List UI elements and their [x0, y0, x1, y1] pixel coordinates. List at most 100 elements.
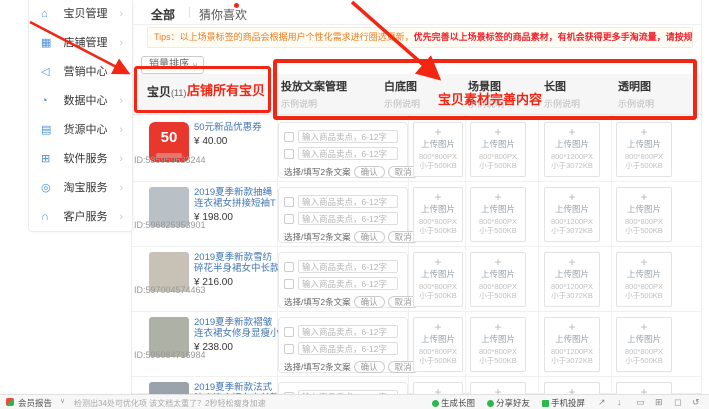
- copy-checkbox-1[interactable]: [284, 327, 294, 337]
- product-title-link[interactable]: 50元新品优惠券: [194, 122, 280, 133]
- copy-checkbox-2[interactable]: [284, 214, 294, 224]
- refresh-icon[interactable]: ↺: [692, 397, 700, 408]
- copy-checkbox-2[interactable]: [284, 279, 294, 289]
- upload-long-image[interactable]: + 上传图片 800*1200PX小于3072KB: [544, 252, 600, 307]
- product-info: 2019夏季新款褶皱连衣裙女修身显瘦小众网红 ¥ 238.00: [194, 317, 280, 353]
- grid-view-icon[interactable]: ⊞: [655, 397, 663, 408]
- upload-white-bg-image[interactable]: + 上传图片 800*800PX小于500KB: [413, 122, 463, 177]
- column-example-link[interactable]: 示例说明: [468, 97, 504, 110]
- confirm-button[interactable]: 确认: [354, 296, 385, 308]
- sidebar-item-2[interactable]: ▦ 店铺管理 ›: [29, 29, 132, 58]
- table-row: 2019夏季新款抽绳连衣裙女拼接短袖T恤中长款 ¥ 198.00 ID:5968…: [132, 183, 701, 248]
- status-bar: 会员报告 ∨ 检测出34处可优化项 该文档太重了？2秒轻松瘦身加速 生成长图 分…: [0, 394, 709, 409]
- column-label: 长图: [544, 78, 580, 94]
- tab-all[interactable]: 全部: [151, 6, 175, 23]
- member-report-button[interactable]: 会员报告: [18, 397, 52, 409]
- plus-icon: +: [617, 256, 671, 269]
- plus-icon: +: [617, 191, 671, 204]
- fullscreen-icon[interactable]: ◻: [674, 397, 681, 408]
- share-button[interactable]: 分享好友: [487, 397, 530, 409]
- product-title-link[interactable]: 2019夏季新款褶皱连衣裙女修身显瘦小众网红: [194, 317, 280, 339]
- product-title-link[interactable]: 2019夏季新款抽绳连衣裙女拼接短袖T恤中长款: [194, 187, 280, 209]
- sidebar-item-3[interactable]: ◁ 营销中心 ›: [29, 58, 132, 87]
- print-icon[interactable]: ▭: [636, 397, 645, 408]
- product-title-link[interactable]: 2019夏季新款法式波点连衣裙女中长款复古显瘦: [194, 382, 280, 394]
- column-example-link[interactable]: 示例说明: [281, 97, 347, 110]
- main-panel: 全部 | 猜你喜欢 Tips：以上场景标签的商品会根据用户个性化需求进行圈选更新…: [131, 0, 702, 394]
- upload-transparent-image[interactable]: + 上传图片 800*800PX小于500KB: [616, 252, 672, 307]
- copy-input-1[interactable]: [298, 260, 398, 273]
- upload-white-bg-image[interactable]: + 上传图片 800*800PX小于500KB: [413, 317, 463, 372]
- upload-transparent-image[interactable]: + 上传图片 800*800PX小于500KB: [616, 187, 672, 242]
- sidebar-item-1[interactable]: ⌂ 宝贝管理 ›: [29, 0, 132, 29]
- sidebar-item-label: 货源中心: [63, 124, 107, 136]
- upload-long-image[interactable]: + 上传图片 800*1200PX小于3072KB: [544, 122, 600, 177]
- generate-long-image-button[interactable]: 生成长图: [432, 397, 475, 409]
- screen-cast-button[interactable]: 手机投屏: [542, 397, 585, 409]
- chevron-down-icon[interactable]: ∨: [60, 397, 65, 405]
- upload-label: 上传图片: [545, 139, 599, 149]
- upload-scene-image[interactable]: + 上传图片 800*800PX小于500KB: [470, 317, 526, 372]
- confirm-button[interactable]: 确认: [354, 361, 385, 373]
- upload-long-image[interactable]: + 上传图片 800*1200PX小于3072KB: [544, 187, 600, 242]
- upload-label: 上传图片: [414, 269, 462, 279]
- sidebar-item-5[interactable]: ▤ 货源中心 ›: [29, 116, 132, 145]
- upload-spec: 800*800PX小于500KB: [414, 217, 462, 235]
- copy-input-1[interactable]: [298, 195, 398, 208]
- copy-checkbox-1[interactable]: [284, 197, 294, 207]
- sort-dropdown[interactable]: 销量排序 ∨: [141, 56, 204, 74]
- sidebar-item-7[interactable]: ◎ 淘宝服务 ›: [29, 174, 132, 203]
- upload-label: 上传图片: [617, 139, 671, 149]
- column-example-link[interactable]: 示例说明: [618, 97, 654, 110]
- sidebar-item-4[interactable]: ◔ 数据中心 ›: [29, 87, 132, 116]
- tab-guess-you-like[interactable]: 猜你喜欢: [199, 6, 247, 23]
- sidebar-item-label: 软件服务: [63, 153, 107, 165]
- copy-checkbox-1[interactable]: [284, 132, 294, 142]
- column-baobei: 宝贝(11): [147, 83, 186, 100]
- upload-spec: 800*800PX小于500KB: [617, 217, 671, 235]
- sort-label: 销量排序: [149, 59, 189, 70]
- column-example-link[interactable]: 示例说明: [384, 97, 420, 110]
- copy-input-2[interactable]: [298, 147, 398, 160]
- plus-icon: +: [545, 191, 599, 204]
- copy-input-2[interactable]: [298, 212, 398, 225]
- copy-input-2[interactable]: [298, 342, 398, 355]
- upload-transparent-image[interactable]: + 上传图片 800*800PX小于500KB: [616, 317, 672, 372]
- product-info: 2019夏季新款法式波点连衣裙女中长款复古显瘦: [194, 382, 280, 394]
- confirm-button[interactable]: 确认: [354, 231, 385, 243]
- plus-icon: +: [545, 256, 599, 269]
- upload-scene-image[interactable]: + 上传图片 800*800PX小于500KB: [470, 122, 526, 177]
- download-icon[interactable]: ↓: [617, 397, 622, 407]
- upload-scene-image[interactable]: + 上传图片 800*800PX小于500KB: [470, 187, 526, 242]
- sidebar-item-label: 营销中心: [63, 66, 107, 78]
- chevron-right-icon: ›: [119, 0, 123, 29]
- copy-checkbox-2[interactable]: [284, 149, 294, 159]
- upload-white-bg-image[interactable]: + 上传图片 800*800PX小于500KB: [413, 252, 463, 307]
- upload-transparent-image[interactable]: + 上传图片 800*800PX小于500KB: [616, 382, 672, 394]
- copy-input-2[interactable]: [298, 277, 398, 290]
- copy-checkbox-1[interactable]: [284, 262, 294, 272]
- column-example-link[interactable]: 示例说明: [544, 97, 580, 110]
- copy-input-1[interactable]: [298, 325, 398, 338]
- copy-input-1[interactable]: [298, 130, 398, 143]
- product-title-link[interactable]: 2019夏季新款雪纺碎花半身裙女中长款荷叶边白: [194, 252, 280, 274]
- upload-label: 上传图片: [617, 269, 671, 279]
- plus-icon: +: [545, 126, 599, 139]
- plus-icon: +: [414, 386, 462, 394]
- page: ⌂ 宝贝管理 › ▦ 店铺管理 › ◁ 营销中心 › ◔ 数据中心 › ▤ 货源…: [0, 0, 709, 409]
- upload-spec: 800*800PX小于500KB: [414, 152, 462, 170]
- upload-white-bg-image[interactable]: + 上传图片 800*800PX小于500KB: [413, 187, 463, 242]
- upload-long-image[interactable]: + 上传图片 800*1200PX小于3072KB: [544, 317, 600, 372]
- product-id: ID:595084716984: [134, 350, 206, 360]
- sidebar-item-8[interactable]: ∩ 客户服务 ›: [29, 203, 132, 232]
- upload-scene-image[interactable]: + 上传图片 800*800PX小于500KB: [470, 382, 526, 394]
- upload-transparent-image[interactable]: + 上传图片 800*800PX小于500KB: [616, 122, 672, 177]
- copy-checkbox-2[interactable]: [284, 344, 294, 354]
- upload-long-image[interactable]: + 上传图片 800*1200PX小于3072KB: [544, 382, 600, 394]
- share-icon[interactable]: ↗: [598, 397, 606, 408]
- upload-white-bg-image[interactable]: + 上传图片 800*800PX小于500KB: [413, 382, 463, 394]
- confirm-button[interactable]: 确认: [354, 166, 385, 178]
- sidebar-item-6[interactable]: ⊞ 软件服务 ›: [29, 145, 132, 174]
- table-header: 宝贝(11) 投放文案管理 示例说明 白底图 示例说明 场景图 示例说明 长图 …: [132, 74, 701, 115]
- upload-scene-image[interactable]: + 上传图片 800*800PX小于500KB: [470, 252, 526, 307]
